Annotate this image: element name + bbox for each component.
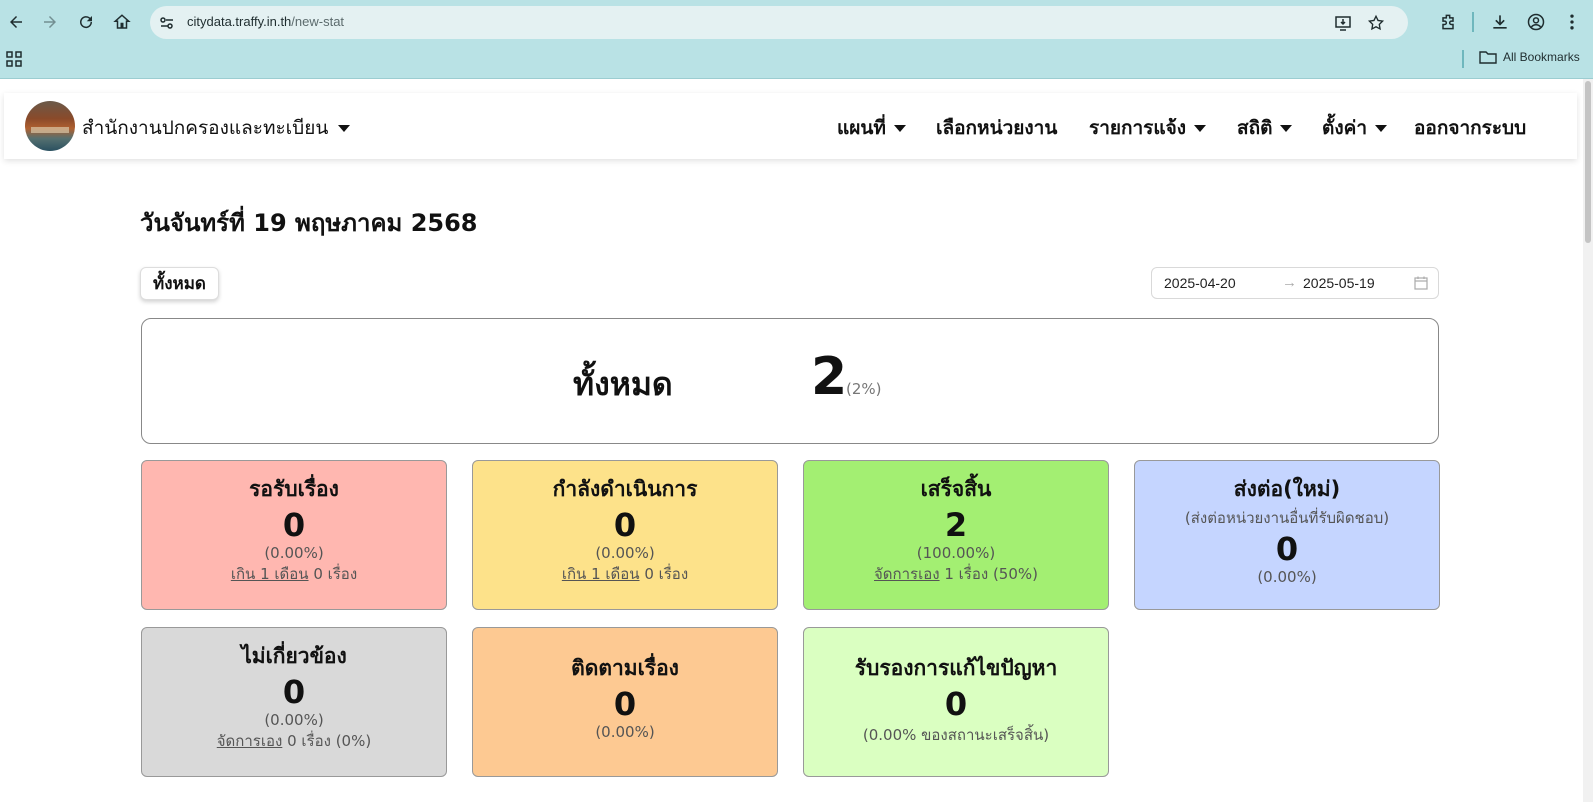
brand-dropdown[interactable]: สำนักงานปกครองและทะเบียน xyxy=(82,113,351,143)
back-icon[interactable] xyxy=(4,10,28,34)
card-title: ติดตามเรื่อง xyxy=(571,656,679,680)
toolbar-divider xyxy=(1472,12,1474,32)
caret-down-icon xyxy=(1375,124,1387,132)
card-percent: (0.00%) xyxy=(264,711,324,729)
card-stat-line: จัดการเอง 1 เรื่อง (50%) xyxy=(804,562,1108,586)
page-title: วันจันทร์ที่ 19 พฤษภาคม 2568 xyxy=(140,209,478,237)
over-one-month-link[interactable]: เกิน 1 เดือน xyxy=(231,565,309,583)
menu-stats[interactable]: สถิติ xyxy=(1237,113,1293,143)
menu-map-label: แผนที่ xyxy=(837,117,886,139)
card-extra: 0 เรื่อง xyxy=(313,565,358,583)
card-value: 0 xyxy=(282,673,306,711)
reload-icon[interactable] xyxy=(74,10,98,34)
card-follow[interactable]: ติดตามเรื่อง 0 (0.00%) xyxy=(472,627,778,777)
card-title: ส่งต่อ(ใหม่) xyxy=(1233,477,1341,501)
menu-logout-label: ออกจากระบบ xyxy=(1414,117,1527,139)
install-app-icon[interactable] xyxy=(1333,13,1353,33)
all-filter-button[interactable]: ทั้งหมด xyxy=(140,267,219,300)
download-icon[interactable] xyxy=(1488,10,1512,34)
over-one-month-link[interactable]: เกิน 1 เดือน xyxy=(562,565,640,583)
arrow-right-icon: → xyxy=(1282,274,1297,291)
caret-down-icon xyxy=(338,124,351,132)
date-from-input[interactable]: 2025-04-20 xyxy=(1164,275,1236,291)
total-label: ทั้งหมด xyxy=(573,365,673,403)
card-percent: (0.00%) xyxy=(595,723,655,741)
bookmark-star-icon[interactable] xyxy=(1366,13,1386,33)
scrollbar-thumb[interactable] xyxy=(1585,81,1591,243)
all-bookmarks-label: All Bookmarks xyxy=(1503,50,1580,64)
menu-logout[interactable]: ออกจากระบบ xyxy=(1414,113,1526,143)
card-title: รอรับเรื่อง xyxy=(249,477,339,501)
self-managed-link[interactable]: จัดการเอง xyxy=(217,732,283,750)
card-title: รับรองการแก้ไขปัญหา xyxy=(854,656,1058,680)
site-settings-icon[interactable] xyxy=(158,14,176,32)
card-stat-line: เกิน 1 เดือน 0 เรื่อง xyxy=(142,562,446,586)
self-managed-link[interactable]: จัดการเอง xyxy=(874,565,940,583)
card-done[interactable]: เสร็จสิ้น 2 (100.00%) จัดการเอง 1 เรื่อง… xyxy=(803,460,1109,610)
card-title: เสร็จสิ้น xyxy=(920,477,992,501)
card-extra: 1 เรื่อง (50%) xyxy=(944,565,1038,583)
total-percent: (2%) xyxy=(846,380,882,398)
total-summary-card: ทั้งหมด 2 (2%) xyxy=(141,318,1439,444)
home-icon[interactable] xyxy=(110,10,134,34)
menu-settings[interactable]: ตั้งค่า xyxy=(1322,113,1387,143)
profile-icon[interactable] xyxy=(1524,10,1548,34)
card-stat-line: จัดการเอง 0 เรื่อง (0%) xyxy=(142,729,446,753)
brand-label: สำนักงานปกครองและทะเบียน xyxy=(82,117,329,139)
card-in-progress[interactable]: กำลังดำเนินการ 0 (0.00%) เกิน 1 เดือน 0 … xyxy=(472,460,778,610)
calendar-icon[interactable] xyxy=(1414,276,1428,290)
card-value: 0 xyxy=(1275,530,1299,568)
caret-down-icon xyxy=(1280,124,1293,132)
card-stat-line: เกิน 1 เดือน 0 เรื่อง xyxy=(473,562,777,586)
card-extra: 0 เรื่อง (0%) xyxy=(287,732,372,750)
app-navbar: สำนักงานปกครองและทะเบียน แผนที่ เลือกหน่… xyxy=(4,93,1577,159)
menu-reports-label: รายการแจ้ง xyxy=(1089,117,1187,139)
extensions-icon[interactable] xyxy=(1436,10,1460,34)
bookmarks-divider xyxy=(1462,50,1464,68)
card-percent: (0.00%) xyxy=(264,544,324,562)
card-value: 0 xyxy=(613,506,637,544)
card-value: 0 xyxy=(944,685,968,723)
card-percent: (0.00%) xyxy=(1257,568,1317,586)
menu-map[interactable]: แผนที่ xyxy=(837,113,906,143)
card-waiting[interactable]: รอรับเรื่อง 0 (0.00%) เกิน 1 เดือน 0 เรื… xyxy=(141,460,447,610)
browser-toolbar: citydata.traffy.in.th/new-stat All Bookm… xyxy=(0,0,1593,79)
card-title: ไม่เกี่ยวข้อง xyxy=(241,644,347,668)
card-percent: (100.00%) xyxy=(916,544,996,562)
all-bookmarks-button[interactable]: All Bookmarks xyxy=(1479,50,1580,64)
avatar[interactable] xyxy=(25,101,75,151)
menu-dots-icon[interactable] xyxy=(1560,10,1584,34)
total-value: 2 xyxy=(811,347,848,407)
card-forwarded[interactable]: ส่งต่อ(ใหม่) (ส่งต่อหน่วยงานอื่นที่รับผิ… xyxy=(1134,460,1440,610)
date-to-input[interactable]: 2025-05-19 xyxy=(1303,275,1375,291)
date-range-picker[interactable]: 2025-04-20 → 2025-05-19 xyxy=(1151,267,1439,299)
apps-grid-icon[interactable] xyxy=(6,51,22,67)
card-certified[interactable]: รับรองการแก้ไขปัญหา 0 (0.00% ของสถานะเสร… xyxy=(803,627,1109,777)
menu-reports[interactable]: รายการแจ้ง xyxy=(1089,113,1207,143)
card-value: 0 xyxy=(613,685,637,723)
menu-select-unit[interactable]: เลือกหน่วยงาน xyxy=(936,113,1057,143)
card-title: กำลังดำเนินการ xyxy=(552,477,698,501)
card-value: 2 xyxy=(944,506,968,544)
card-percent: (0.00% ของสถานะเสร็จสิ้น) xyxy=(862,726,1050,744)
menu-select-unit-label: เลือกหน่วยงาน xyxy=(936,117,1058,139)
card-irrelevant[interactable]: ไม่เกี่ยวข้อง 0 (0.00%) จัดการเอง 0 เรื่… xyxy=(141,627,447,777)
page-scrollbar[interactable] xyxy=(1583,79,1593,802)
card-percent: (0.00%) xyxy=(595,544,655,562)
card-value: 0 xyxy=(282,506,306,544)
url-text: citydata.traffy.in.th/new-stat xyxy=(187,14,345,29)
menu-stats-label: สถิติ xyxy=(1237,117,1273,139)
card-subtitle: (ส่งต่อหน่วยงานอื่นที่รับผิดชอบ) xyxy=(1184,509,1390,527)
address-bar[interactable]: citydata.traffy.in.th/new-stat xyxy=(150,6,1408,39)
folder-icon xyxy=(1479,51,1497,64)
card-extra: 0 เรื่อง xyxy=(644,565,689,583)
page: สำนักงานปกครองและทะเบียน แผนที่ เลือกหน่… xyxy=(0,79,1593,802)
menu-settings-label: ตั้งค่า xyxy=(1322,117,1367,139)
caret-down-icon xyxy=(1194,124,1207,132)
caret-down-icon xyxy=(893,124,906,132)
forward-icon[interactable] xyxy=(38,10,62,34)
